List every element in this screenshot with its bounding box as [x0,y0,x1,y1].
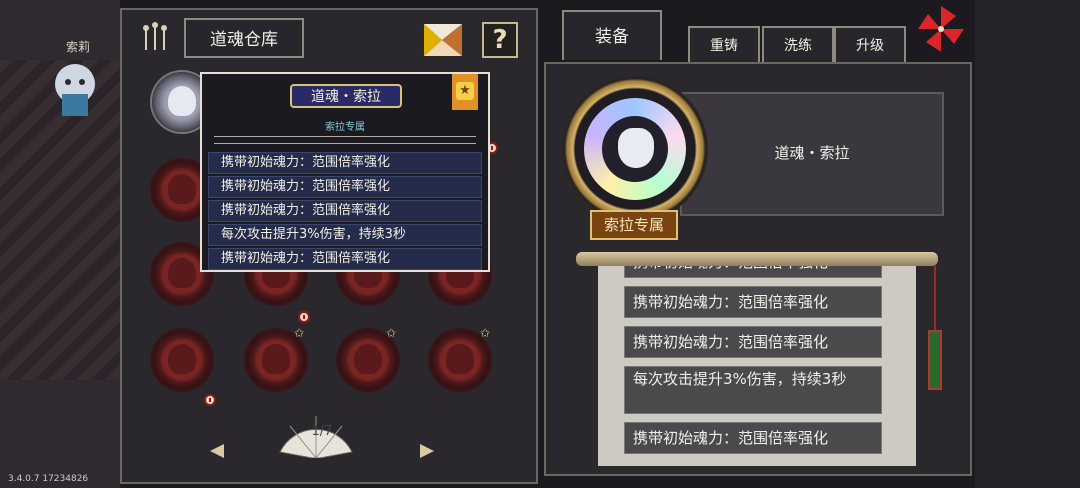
effect-row: 携带初始魂力：范围倍率强化 [624,266,882,278]
scroll-rod [576,252,938,266]
soul-storage-title: 道魂仓库 [184,18,304,58]
lantern-decor-icon [143,22,167,50]
game-scene-right [975,0,1080,488]
tab-reforge[interactable]: 重铸 [688,26,760,62]
prev-page-arrow[interactable] [210,444,224,458]
character-name: 索莉 [66,40,91,54]
star-icon: ★ [456,82,474,100]
effect-row: 每次攻击提升3%伤害，持续3秒 [624,366,882,414]
effect-row: 携带初始魂力：范围倍率强化 [624,422,882,454]
effect-scroll[interactable]: 携带初始魂力：范围倍率强化 携带初始魂力：范围倍率强化 携带初始魂力：范围倍率强… [598,266,916,466]
tab-equip[interactable]: 装备 [562,10,662,60]
tassel-cord [934,266,936,330]
star-icon: ✩ [294,326,305,340]
tooltip-item-name: 道魂・索拉 [290,84,402,108]
tooltip-exclusive-label: 索拉专属 [325,122,365,133]
tooltip-effect: 携带初始魂力：范围倍率强化 [208,248,482,270]
effect-row: 携带初始魂力：范围倍率强化 [624,326,882,358]
item-portrait [584,98,686,200]
rarity-tag-icon: ★ [452,74,478,110]
pinwheel-icon [918,6,964,52]
new-badge-icon [204,394,216,406]
portrait-inner [602,116,668,182]
effect-row: 携带初始魂力：范围倍率强化 [624,286,882,318]
next-page-arrow[interactable] [420,444,434,458]
jade-tassel-icon [928,330,942,390]
star-icon: ✩ [386,326,397,340]
character-sprite [55,64,95,116]
version-label: 3.4.0.7 17234826 [8,474,89,484]
tooltip-divider [214,136,476,144]
star-icon: ✩ [480,326,491,340]
tooltip-effect: 携带初始魂力：范围倍率强化 [208,200,482,222]
new-badge-icon [298,311,310,323]
tooltip-effect-list: 携带初始魂力：范围倍率强化 携带初始魂力：范围倍率强化 携带初始魂力：范围倍率强… [208,152,482,272]
help-button[interactable]: ? [482,22,518,58]
effect-list: 携带初始魂力：范围倍率强化 携带初始魂力：范围倍率强化 携带初始魂力：范围倍率强… [624,266,882,462]
item-name: 道魂・索拉 [774,144,850,162]
tooltip-effect: 每次攻击提升3%伤害，持续3秒 [208,224,482,246]
tab-refine[interactable]: 洗练 [762,26,834,62]
soul-slot[interactable] [152,330,212,390]
tab-upgrade[interactable]: 升级 [834,26,906,62]
tooltip-effect: 携带初始魂力：范围倍率强化 [208,176,482,198]
soul-mask-icon [618,128,654,168]
tangram-sort-icon[interactable] [422,22,464,58]
page-indicator: 1/7 [311,424,333,439]
exclusive-banner: 索拉专属 [590,210,678,240]
soul-tooltip: 道魂・索拉 ★ 索拉专属 携带初始魂力：范围倍率强化 携带初始魂力：范围倍率强化… [200,72,490,272]
tooltip-effect: 携带初始魂力：范围倍率强化 [208,152,482,174]
